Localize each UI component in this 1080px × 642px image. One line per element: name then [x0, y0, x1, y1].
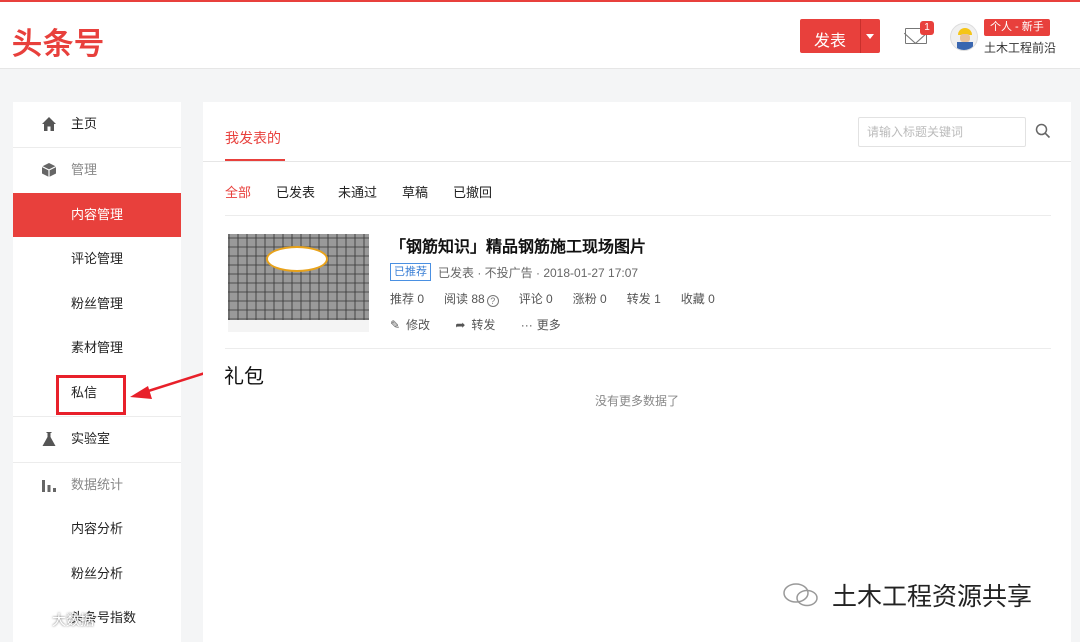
bar-chart-icon [42, 480, 56, 492]
chevron-down-icon[interactable] [866, 34, 874, 39]
sidebar-item-label: 实验室 [71, 431, 111, 446]
stat-reads-text: 阅读 88 [444, 292, 485, 306]
publish-label: 发表 [814, 33, 847, 50]
tab-my-posts[interactable]: 我发表的 [225, 128, 281, 148]
sidebar-item-label: 内容管理 [71, 207, 124, 222]
more-dots-icon: ··· [520, 318, 533, 332]
main-panel: 我发表的 全部 已发表 未通过 草稿 已撤回 「钢筋知识」精品钢筋施工现场图片 … [203, 102, 1071, 642]
thumbnail-speech-bubble [266, 246, 328, 272]
main-divider [203, 161, 1071, 162]
username[interactable]: 土木工程前沿 [984, 39, 1056, 56]
toutiaohao-logo[interactable]: 头条号 [12, 19, 105, 63]
stat-reads: 阅读 88? [444, 292, 499, 307]
top-header: 头条号 发表 1 个人 - 新手 土木工程前沿 [0, 2, 1080, 69]
publish-separator [860, 19, 861, 53]
post-divider [225, 348, 1051, 349]
wechat-watermark-icon [783, 583, 818, 607]
sidebar-item-label: 数据统计 [71, 477, 124, 492]
post-title[interactable]: 「钢筋知识」精品钢筋施工现场图片 [390, 233, 646, 257]
no-more-data-text: 没有更多数据了 [594, 394, 679, 408]
post-stats: 推荐 0 阅读 88? 评论 0 涨粉 0 转发 1 收藏 0 [390, 290, 735, 307]
edit-button[interactable]: ✎ 修改 [390, 316, 430, 333]
stat-recommend: 推荐 0 [390, 292, 425, 306]
sidebar-item-fans-management[interactable]: 粉丝管理 [13, 282, 181, 326]
sidebar-item-lab[interactable]: 实验室 [13, 417, 181, 461]
edit-label: 修改 [406, 318, 431, 332]
thumbnail-caption-strip [228, 320, 369, 332]
stat-followers: 涨粉 0 [572, 292, 607, 306]
filter-withdrawn[interactable]: 已撤回 [453, 182, 492, 201]
annotation-label: 礼包 [224, 364, 264, 388]
recommended-badge: 已推荐 [390, 263, 431, 281]
filter-divider [225, 215, 1051, 216]
sidebar-group-statistics[interactable]: 数据统计 [13, 463, 181, 507]
flask-icon [42, 432, 56, 446]
annotation-highlight-box [56, 375, 126, 415]
avatar[interactable] [950, 23, 978, 51]
sidebar-item-label: 粉丝管理 [71, 296, 124, 311]
more-button[interactable]: ··· 更多 [521, 316, 561, 333]
corner-watermark: 大数据 [52, 612, 94, 628]
avatar-face [960, 34, 970, 42]
stat-favorites: 收藏 0 [680, 292, 715, 306]
post-actions: ✎ 修改 ➦ 转发 ··· 更多 [390, 316, 583, 333]
post-thumbnail[interactable] [228, 234, 369, 332]
stat-comments: 评论 0 [518, 292, 553, 306]
filter-rejected[interactable]: 未通过 [338, 182, 377, 201]
sidebar-item-content-management[interactable]: 内容管理 [13, 193, 181, 237]
account-level-badge: 个人 - 新手 [984, 19, 1050, 36]
sidebar-item-fans-analysis[interactable]: 粉丝分析 [13, 552, 181, 596]
sidebar-item-label: 主页 [71, 116, 98, 131]
sidebar-group-manage[interactable]: 管理 [13, 148, 181, 192]
mail-count-badge: 1 [920, 21, 934, 35]
search-icon[interactable] [1035, 123, 1051, 139]
sidebar-item-label: 管理 [71, 162, 98, 177]
sidebar-item-home[interactable]: 主页 [13, 102, 181, 146]
post-meta: 已发表 · 不投广告 · 2018-01-27 17:07 [438, 266, 639, 280]
sidebar-item-label: 粉丝分析 [71, 566, 124, 581]
share-button[interactable]: ➦ 转发 [455, 316, 495, 333]
pencil-icon: ✎ [390, 318, 401, 332]
sidebar-item-label: 评论管理 [71, 251, 124, 266]
filter-drafts[interactable]: 草稿 [402, 182, 428, 201]
sidebar-item-content-analysis[interactable]: 内容分析 [13, 507, 181, 551]
avatar-body [957, 42, 973, 50]
share-arrow-icon: ➦ [455, 318, 466, 332]
sidebar-item-label: 内容分析 [71, 521, 124, 536]
sidebar-item-comment-management[interactable]: 评论管理 [13, 237, 181, 281]
cube-icon [41, 163, 57, 177]
share-label: 转发 [471, 318, 496, 332]
home-icon [42, 117, 56, 131]
filter-published[interactable]: 已发表 [276, 182, 315, 201]
source-watermark: 土木工程资源共享 [832, 583, 1033, 611]
sidebar-item-toutiao-index[interactable]: 头条号指数 [13, 596, 181, 640]
search-input[interactable] [858, 117, 1026, 147]
help-icon[interactable]: ? [486, 295, 499, 307]
stat-shares: 转发 1 [626, 292, 661, 306]
publish-button[interactable]: 发表 [800, 19, 880, 53]
sidebar-item-label: 素材管理 [71, 340, 124, 355]
more-label: 更多 [536, 318, 561, 332]
filter-all[interactable]: 全部 [225, 182, 251, 201]
